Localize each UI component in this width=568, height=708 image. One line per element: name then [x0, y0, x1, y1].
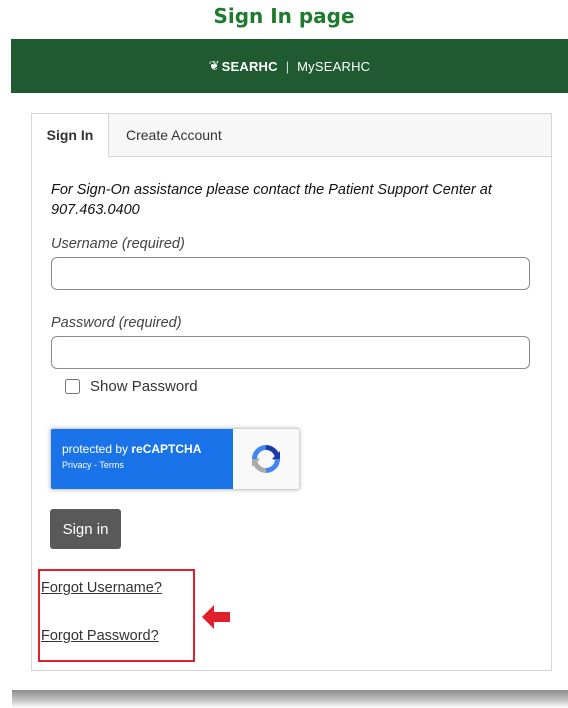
- page-title: Sign In page: [213, 4, 355, 28]
- recaptcha-text: protected by reCAPTCHA: [62, 442, 233, 456]
- searhc-logo-icon: ❦: [208, 58, 220, 73]
- brand[interactable]: ❦ SEARHC | MySEARHC: [209, 58, 371, 74]
- recaptcha-brand: reCAPTCHA: [131, 442, 202, 456]
- password-label: Password (required): [51, 315, 182, 331]
- app-name: MySEARHC: [297, 58, 371, 74]
- site-header: ❦ SEARHC | MySEARHC: [11, 39, 568, 93]
- username-input[interactable]: [51, 257, 530, 290]
- sign-in-button[interactable]: Sign in: [50, 509, 121, 549]
- show-password-label: Show Password: [90, 378, 198, 395]
- tab-create-account[interactable]: Create Account: [126, 114, 222, 156]
- show-password-checkbox[interactable]: [65, 379, 80, 394]
- brand-name: SEARHC: [221, 58, 278, 74]
- username-label: Username (required): [51, 236, 185, 252]
- recaptcha-logo-icon: [233, 429, 299, 489]
- recaptcha-badge: protected by reCAPTCHA Privacy - Terms: [51, 429, 233, 489]
- recaptcha-links[interactable]: Privacy - Terms: [62, 460, 233, 470]
- tab-bar: Sign In Create Account: [32, 114, 551, 157]
- red-arrow-left-icon: [202, 605, 232, 634]
- recaptcha-widget[interactable]: protected by reCAPTCHA Privacy - Terms: [50, 428, 300, 490]
- tab-sign-in[interactable]: Sign In: [32, 114, 109, 157]
- password-input[interactable]: [51, 336, 530, 369]
- brand-separator: |: [285, 58, 290, 74]
- support-notice: For Sign-On assistance please contact th…: [51, 182, 492, 218]
- forgot-password-link[interactable]: Forgot Password?: [41, 628, 159, 644]
- show-password-toggle[interactable]: Show Password: [65, 378, 198, 395]
- recaptcha-protected-by: protected by: [62, 442, 132, 456]
- page-bottom-shadow: [12, 690, 568, 708]
- forgot-username-link[interactable]: Forgot Username?: [41, 580, 162, 596]
